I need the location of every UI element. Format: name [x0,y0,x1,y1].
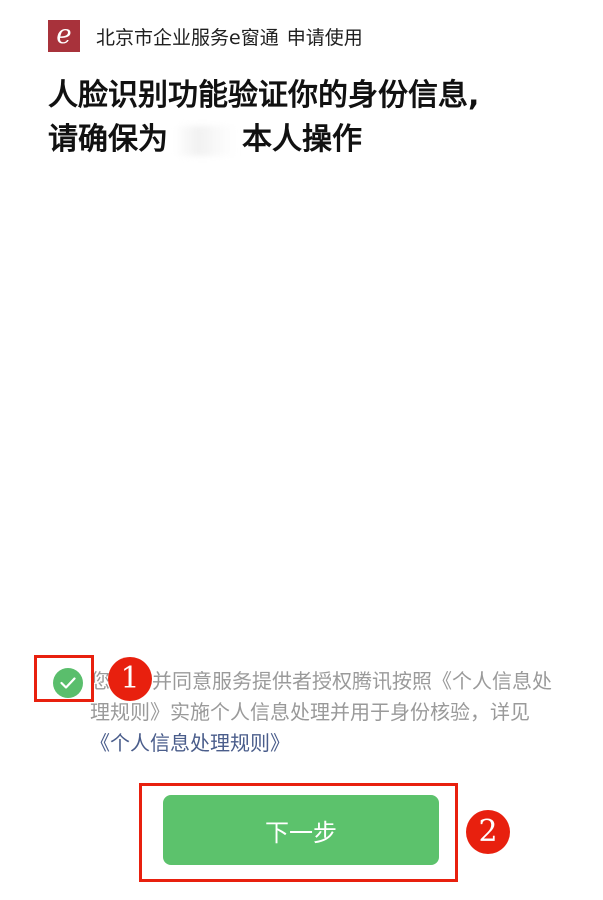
title-line-2-prefix: 请确保为 [48,122,168,157]
next-step-button[interactable]: 下一步 [163,795,439,865]
privacy-rules-link[interactable]: 《个人信息处理规则》 [90,731,290,755]
masked-user-name [174,125,236,156]
agreement-text-part2: 并同意服务提供者授权腾讯按照《个人信息处理规则》实施个人信息处理并用于身份核验，… [90,669,552,724]
page-title: 人脸识别功能验证你的身份信息, 请确保为 本人操作 [48,74,588,162]
app-header: e 北京市企业服务e窗通 申请使用 [48,20,363,52]
annotation-badge-2: 2 [466,810,510,854]
annotation-badge-1: 1 [108,657,152,701]
app-name: 北京市企业服务e窗通 [96,26,279,49]
app-action-text: 申请使用 [286,26,363,49]
app-logo: e [48,20,80,52]
agreement-text: 您并同意服务提供者授权腾讯按照《个人信息处理规则》实施个人信息处理并用于身份核验… [90,666,560,759]
title-line-2: 请确保为 本人操作 [48,118,588,162]
annotation-highlight-checkbox [34,655,94,702]
title-line-2-suffix: 本人操作 [242,122,362,157]
title-line-1: 人脸识别功能验证你的身份信息, [48,78,480,113]
